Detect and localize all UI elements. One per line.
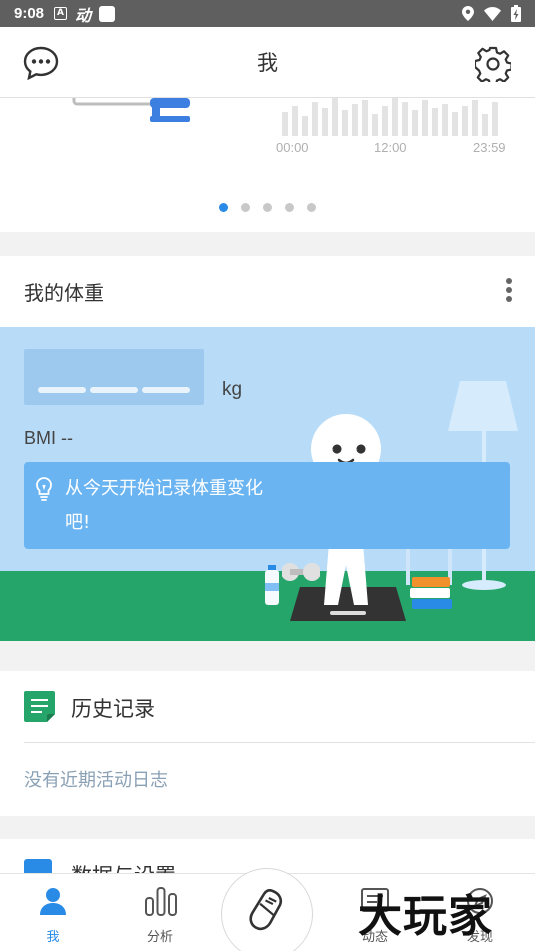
nav-item-me[interactable]: 我 (8, 874, 98, 951)
wifi-icon (484, 6, 501, 21)
activity-bar (352, 104, 358, 136)
history-card[interactable]: 历史记录 没有近期活动日志 (0, 671, 535, 816)
activity-bar (332, 98, 338, 136)
kebab-icon (506, 278, 512, 284)
activity-bar (432, 108, 438, 136)
activity-bar (472, 100, 478, 136)
location-icon (462, 6, 474, 21)
history-title: 历史记录 (71, 697, 155, 721)
water-bottle-illustration (265, 565, 279, 605)
carousel-dot[interactable] (307, 203, 316, 212)
activity-bar (362, 100, 368, 136)
weight-card-header: 我的体重 (0, 256, 535, 327)
activity-bar (312, 102, 318, 136)
activity-bar (302, 116, 308, 136)
shoe-icon (249, 889, 283, 931)
kebab-icon-dot (506, 296, 512, 302)
weight-tip-banner[interactable]: 从今天开始记录体重变化 吧! (24, 462, 510, 549)
history-empty-text: 没有近期活动日志 (24, 770, 168, 791)
activity-bar (322, 108, 328, 136)
activity-bar (482, 114, 488, 136)
settings-button[interactable] (473, 46, 513, 87)
tip-text: 从今天开始记录体重变化 吧! (65, 472, 305, 540)
status-time: 9:08 (14, 5, 45, 22)
activity-bar (442, 104, 448, 136)
activity-bar (282, 112, 288, 136)
nav-label-me: 我 (46, 930, 60, 945)
bar-chart-icon (145, 887, 177, 916)
status-bar: 9:08 A 动 (0, 0, 535, 27)
watermark-text: 大玩家 (358, 891, 493, 942)
activity-bar (492, 102, 498, 136)
message-button[interactable] (23, 46, 59, 81)
weight-card-title: 我的体重 (24, 281, 104, 305)
more-options-button[interactable] (505, 278, 513, 306)
activity-bar (422, 100, 428, 136)
activity-bar (412, 110, 418, 136)
books-illustration (410, 577, 452, 609)
carousel-dot[interactable] (219, 203, 228, 212)
notification-app-icon: 动 (75, 5, 92, 25)
notification-square-icon (99, 5, 116, 22)
chat-bubble-icon (23, 46, 59, 81)
battery-charging-icon (511, 5, 521, 22)
activity-bar (392, 98, 398, 136)
weight-value-placeholder (24, 349, 204, 405)
carousel-dot[interactable] (263, 203, 272, 212)
person-icon (40, 888, 66, 915)
weight-unit: kg (222, 379, 243, 400)
activity-bar (402, 102, 408, 136)
activity-bar (462, 106, 468, 136)
workout-illustration (72, 98, 190, 122)
activity-histogram (282, 98, 498, 136)
document-icon (24, 691, 55, 722)
activity-bar (372, 114, 378, 136)
bmi-value: BMI -- (24, 428, 73, 448)
tip-line-2: 吧! (65, 512, 91, 533)
banner-carousel[interactable]: 00:00 12:00 23:59 (0, 98, 535, 232)
weight-panel[interactable]: kg BMI -- 从今天开始记录体重变化 吧! (0, 327, 535, 641)
app-bar: 我 (0, 27, 535, 98)
page-title: 我 (257, 51, 278, 75)
carousel-dot[interactable] (285, 203, 294, 212)
history-card-header[interactable]: 历史记录 (24, 671, 535, 743)
workout-start-button[interactable] (221, 868, 313, 951)
carousel-indicator (0, 203, 535, 212)
activity-bar (382, 106, 388, 136)
lightbulb-icon (36, 477, 52, 501)
notification-a-icon: A (54, 7, 68, 20)
activity-bar (342, 110, 348, 136)
carousel-dot[interactable] (241, 203, 250, 212)
weight-dashes (38, 387, 190, 393)
gear-icon (473, 46, 513, 87)
kebab-icon-dot (506, 287, 512, 293)
activity-bar (452, 112, 458, 136)
tick-label-end: 23:59 (473, 140, 506, 155)
nav-label-analysis: 分析 (146, 930, 173, 945)
tick-label-start: 00:00 (276, 140, 309, 155)
tip-line-1: 从今天开始记录体重变化 (65, 478, 263, 499)
nav-item-analysis[interactable]: 分析 (115, 874, 205, 951)
tick-label-mid: 12:00 (374, 140, 407, 155)
activity-bar (292, 106, 298, 136)
